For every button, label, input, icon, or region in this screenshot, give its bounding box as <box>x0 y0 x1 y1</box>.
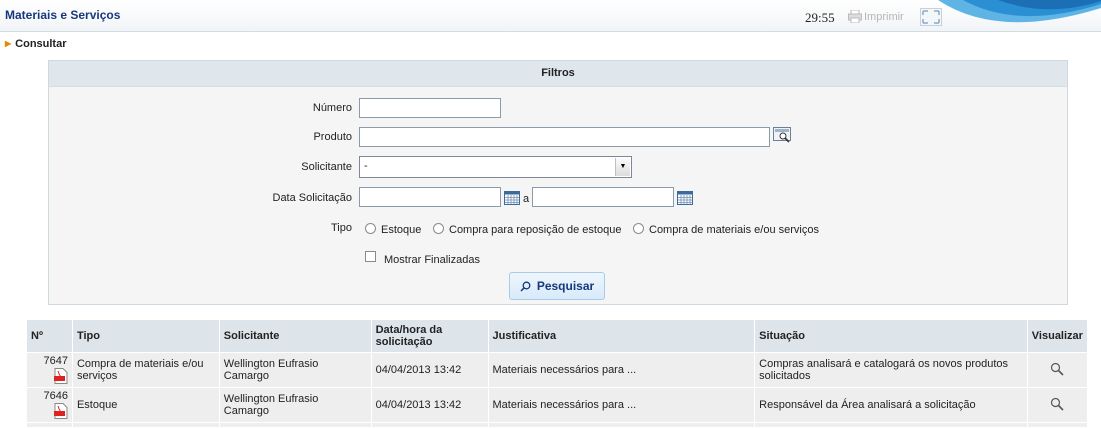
cell-solicitante: Wellington Eufrasio Camargo <box>218 352 372 388</box>
cell-visualizar <box>1026 387 1089 423</box>
tipo-radio-compra[interactable] <box>633 223 644 234</box>
cell-visualizar <box>1026 352 1089 388</box>
cell-situacao: Responsável da Área analisará a solicita… <box>754 387 1028 423</box>
request-number: 7647 <box>43 355 68 367</box>
produto-label: Produto <box>313 131 352 143</box>
numero-label: Número <box>312 102 352 114</box>
search-button-label: Pesquisar <box>536 279 595 293</box>
consultar-label: Consultar <box>15 38 67 50</box>
column-header-situacao[interactable]: Situação <box>754 319 1028 353</box>
data-from-input[interactable] <box>359 187 501 207</box>
date-range-separator: a <box>523 193 530 205</box>
pdf-icon[interactable] <box>53 403 68 419</box>
cell-numero: 7647 <box>26 352 73 388</box>
table-header-row: Nº Tipo Solicitante Data/hora da solicit… <box>26 319 1089 353</box>
print-button[interactable]: Imprimir <box>848 9 904 24</box>
magnifier-icon[interactable] <box>1050 397 1064 411</box>
cell-partial <box>26 422 73 428</box>
cell-justificativa: Materiais necessários para ... <box>487 387 756 423</box>
cell-solicitante: Wellington Eufrasio Camargo <box>218 387 372 423</box>
printer-icon <box>848 9 862 24</box>
filters-title: Filtros <box>49 61 1067 87</box>
solicitante-select[interactable]: - ▼ <box>359 156 632 178</box>
solicitante-label: Solicitante <box>301 161 352 173</box>
print-label: Imprimir <box>864 11 904 23</box>
data-to-input[interactable] <box>532 187 674 207</box>
request-number: 7646 <box>43 390 68 402</box>
mostrar-finalizadas-checkbox[interactable] <box>365 251 376 262</box>
cell-partial <box>754 422 1028 428</box>
cell-partial <box>71 422 220 428</box>
calendar-icon[interactable] <box>677 191 693 205</box>
filters-panel: Filtros Número Produto Solicitante - ▼ D… <box>48 60 1068 305</box>
column-header-numero[interactable]: Nº <box>26 319 73 353</box>
column-header-justificativa[interactable]: Justificativa <box>487 319 756 353</box>
numero-input[interactable] <box>359 98 501 118</box>
tipo-radio-reposicao[interactable] <box>433 223 444 234</box>
cell-partial <box>218 422 372 428</box>
session-timer: 29:55 <box>805 10 835 25</box>
tipo-label: Tipo <box>331 222 352 234</box>
solicitante-value: - <box>364 160 368 172</box>
app-title: Materiais e Serviços <box>5 8 121 22</box>
table-row <box>26 422 1089 428</box>
mostrar-finalizadas-label: Mostrar Finalizadas <box>384 254 480 266</box>
calendar-icon[interactable] <box>504 191 520 205</box>
results-table: Nº Tipo Solicitante Data/hora da solicit… <box>26 319 1089 428</box>
pdf-icon[interactable] <box>53 368 68 384</box>
brand-swoosh <box>938 0 1101 23</box>
data-solicitacao-label: Data Solicitação <box>272 192 353 204</box>
cell-partial <box>1026 422 1089 428</box>
product-lookup-icon[interactable] <box>773 127 792 144</box>
cell-numero: 7646 <box>26 387 73 423</box>
magnifier-icon[interactable] <box>1050 362 1064 376</box>
table-row[interactable]: 7646 Estoque Wellington Eufrasio Camargo… <box>26 387 1089 423</box>
cell-data: 04/04/2013 13:42 <box>370 352 489 388</box>
triangle-right-icon: ▶ <box>5 39 12 48</box>
tipo-option-label: Estoque <box>381 224 422 236</box>
column-header-data[interactable]: Data/hora da solicitação <box>370 319 489 353</box>
tipo-radio-estoque[interactable] <box>365 223 376 234</box>
cell-tipo: Estoque <box>71 387 220 423</box>
search-icon <box>520 281 531 292</box>
cell-data: 04/04/2013 13:42 <box>370 387 489 423</box>
consultar-link[interactable]: ▶ Consultar <box>5 38 67 50</box>
column-header-tipo[interactable]: Tipo <box>71 319 220 353</box>
cell-justificativa: Materiais necessários para ... <box>487 352 756 388</box>
tipo-option-label: Compra de materiais e/ou serviços <box>649 224 819 236</box>
cell-partial <box>487 422 756 428</box>
chevron-down-icon: ▼ <box>615 158 630 176</box>
cell-situacao: Compras analisará e catalogará os novos … <box>754 352 1028 388</box>
cell-tipo: Compra de materiais e/ou serviços <box>71 352 220 388</box>
produto-input[interactable] <box>359 127 770 147</box>
cell-partial <box>370 422 489 428</box>
column-header-solicitante[interactable]: Solicitante <box>218 319 372 353</box>
column-header-visualizar: Visualizar <box>1026 319 1089 353</box>
search-button[interactable]: Pesquisar <box>509 272 605 300</box>
tipo-option-label: Compra para reposição de estoque <box>449 224 622 236</box>
table-row[interactable]: 7647 Compra de materiais e/ou serviços W… <box>26 352 1089 388</box>
top-bar: Materiais e Serviços 29:55 Imprimir <box>0 0 1101 32</box>
